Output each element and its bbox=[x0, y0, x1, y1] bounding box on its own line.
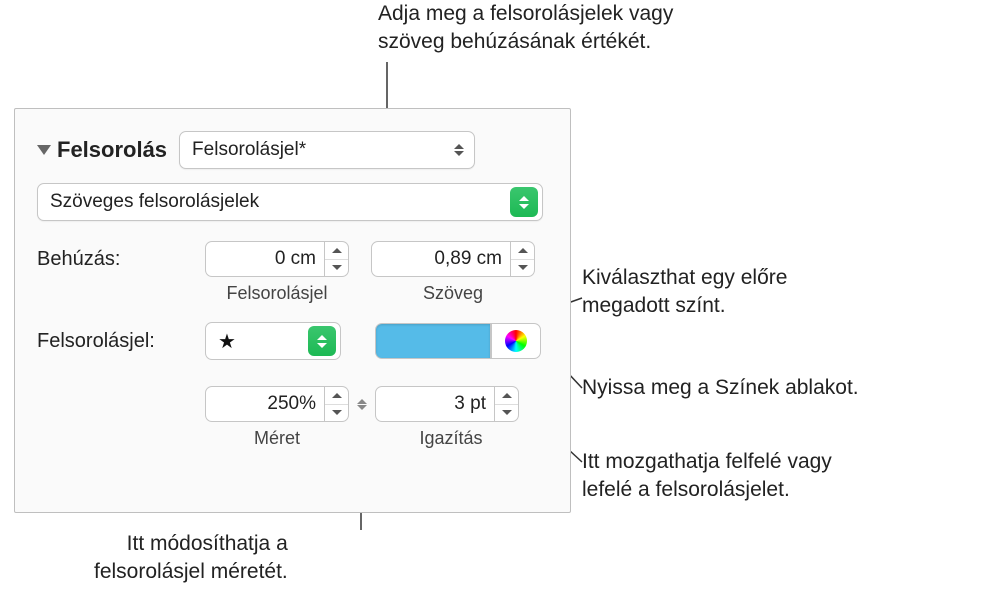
stepper-buttons[interactable] bbox=[325, 386, 349, 422]
stepper-up-icon[interactable] bbox=[495, 387, 518, 405]
align-sublabel: Igazítás bbox=[379, 428, 523, 449]
section-title: Felsorolás bbox=[57, 137, 167, 163]
stepper-up-icon[interactable] bbox=[325, 242, 348, 260]
chevron-updown-accent-icon bbox=[308, 326, 336, 356]
bullet-style-select[interactable]: Felsorolásjel* bbox=[179, 131, 475, 169]
chevron-updown-icon bbox=[454, 144, 464, 156]
indent-bullet-input[interactable] bbox=[205, 241, 325, 277]
stepper-down-icon[interactable] bbox=[325, 405, 348, 422]
callout-preset-color: Kiválaszthat egy előre megadott színt. bbox=[582, 264, 787, 321]
bullet-subtype-select[interactable]: Szöveges felsorolásjelek bbox=[37, 183, 543, 221]
indent-text-sublabel: Szöveg bbox=[371, 283, 535, 304]
stepper-buttons[interactable] bbox=[511, 241, 535, 277]
indent-bullet-sublabel: Felsorolásjel bbox=[205, 283, 349, 304]
callout-open-colors: Nyissa meg a Színek ablakot. bbox=[582, 374, 859, 402]
stepper-down-icon[interactable] bbox=[511, 260, 534, 277]
indent-text-input[interactable] bbox=[371, 241, 511, 277]
chevron-updown-accent-icon bbox=[510, 187, 538, 217]
bullet-subtype-selected: Szöveges felsorolásjelek bbox=[50, 191, 510, 213]
stepper-up-icon[interactable] bbox=[511, 242, 534, 260]
stepper-down-icon[interactable] bbox=[325, 260, 348, 277]
disclosure-triangle-icon[interactable] bbox=[37, 145, 51, 155]
bullet-color-well[interactable] bbox=[375, 323, 491, 359]
stepper-up-icon[interactable] bbox=[325, 387, 348, 405]
stepper-buttons[interactable] bbox=[495, 386, 519, 422]
size-sublabel: Méret bbox=[205, 428, 349, 449]
size-stepper[interactable] bbox=[205, 386, 349, 422]
stepper-down-icon[interactable] bbox=[495, 405, 518, 422]
vertical-align-indicator-icon bbox=[357, 399, 367, 410]
align-input[interactable] bbox=[375, 386, 495, 422]
color-picker-button[interactable] bbox=[491, 323, 541, 359]
callout-align: Itt mozgathatja felfelé vagy lefelé a fe… bbox=[582, 448, 832, 505]
indent-text-stepper[interactable] bbox=[371, 241, 535, 277]
bullet-style-selected: Felsorolásjel* bbox=[192, 139, 446, 161]
align-stepper[interactable] bbox=[375, 386, 519, 422]
bullet-panel: Felsorolás Felsorolásjel* Szöveges felso… bbox=[14, 108, 571, 513]
indent-label: Behúzás: bbox=[37, 248, 205, 271]
bullet-glyph-label: Felsorolásjel: bbox=[37, 330, 205, 353]
stepper-buttons[interactable] bbox=[325, 241, 349, 277]
callout-size: Itt módosíthatja a felsorolásjel méretét… bbox=[94, 530, 288, 587]
bullet-glyph-select[interactable]: ★ bbox=[205, 322, 341, 360]
star-icon: ★ bbox=[218, 329, 236, 354]
indent-bullet-stepper[interactable] bbox=[205, 241, 349, 277]
size-input[interactable] bbox=[205, 386, 325, 422]
color-wheel-icon bbox=[505, 330, 527, 352]
